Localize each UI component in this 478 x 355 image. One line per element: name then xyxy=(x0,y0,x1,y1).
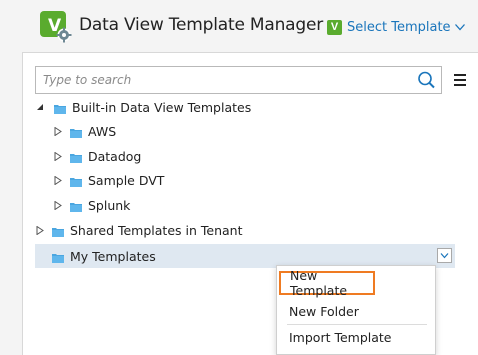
tree-node-label: Built-in Data View Templates xyxy=(72,99,252,115)
folder-icon xyxy=(52,251,64,263)
chevron-down-icon xyxy=(454,24,465,31)
header: V Data View Template Manager V Select Te… xyxy=(0,0,478,52)
menu-item-new-template[interactable]: New Template xyxy=(279,268,375,298)
menu-item-new-folder[interactable]: New Folder xyxy=(277,299,435,323)
tree-node-label: Splunk xyxy=(88,197,131,213)
tree-node-shared[interactable]: Shared Templates in Tenant xyxy=(35,219,242,241)
menu-item-import-template[interactable]: Import Template xyxy=(277,325,435,349)
tree-node-label: My Templates xyxy=(70,248,156,264)
search-icon[interactable] xyxy=(415,70,437,90)
search-box xyxy=(35,66,442,94)
collapsed-triangle-icon[interactable] xyxy=(35,225,45,235)
collapsed-triangle-icon[interactable] xyxy=(53,200,63,210)
folder-icon xyxy=(70,126,82,138)
folder-icon xyxy=(54,102,66,114)
tree-node-label: Datadog xyxy=(88,148,142,164)
search-input[interactable] xyxy=(36,67,414,93)
tree-node-my-templates[interactable]: My Templates xyxy=(35,245,156,267)
app-logo-icon: V xyxy=(40,11,72,43)
folder-icon xyxy=(52,225,64,237)
app-window: V Data View Template Manager V Select Te… xyxy=(0,0,478,355)
collapsed-triangle-icon[interactable] xyxy=(53,151,63,161)
template-badge-icon: V xyxy=(327,19,342,35)
row-actions-dropdown[interactable] xyxy=(437,248,452,263)
folder-icon xyxy=(70,200,82,212)
chevron-down-icon xyxy=(440,253,449,259)
hamburger-menu-icon[interactable] xyxy=(454,74,466,86)
expanded-triangle-icon[interactable] xyxy=(35,102,45,112)
tree-node-datadog[interactable]: Datadog xyxy=(53,145,141,167)
select-template-dropdown[interactable]: V Select Template xyxy=(327,17,466,37)
collapsed-triangle-icon[interactable] xyxy=(53,126,63,136)
tree-node-splunk[interactable]: Splunk xyxy=(53,194,130,216)
tree-node-label: Shared Templates in Tenant xyxy=(70,222,243,238)
collapsed-triangle-icon[interactable] xyxy=(53,175,63,185)
page-title: Data View Template Manager xyxy=(79,15,324,35)
tree-node-label: Sample DVT xyxy=(88,172,165,188)
context-menu: New Template New Folder Import Template xyxy=(276,265,436,355)
select-template-label: Select Template xyxy=(347,19,451,35)
tree-node-builtin[interactable]: Built-in Data View Templates xyxy=(35,96,251,118)
tree-node-label: AWS xyxy=(88,123,117,139)
tree-node-sample-dvt[interactable]: Sample DVT xyxy=(53,169,164,191)
folder-icon xyxy=(70,175,82,187)
folder-icon xyxy=(70,151,82,163)
tree-node-aws[interactable]: AWS xyxy=(53,120,116,142)
